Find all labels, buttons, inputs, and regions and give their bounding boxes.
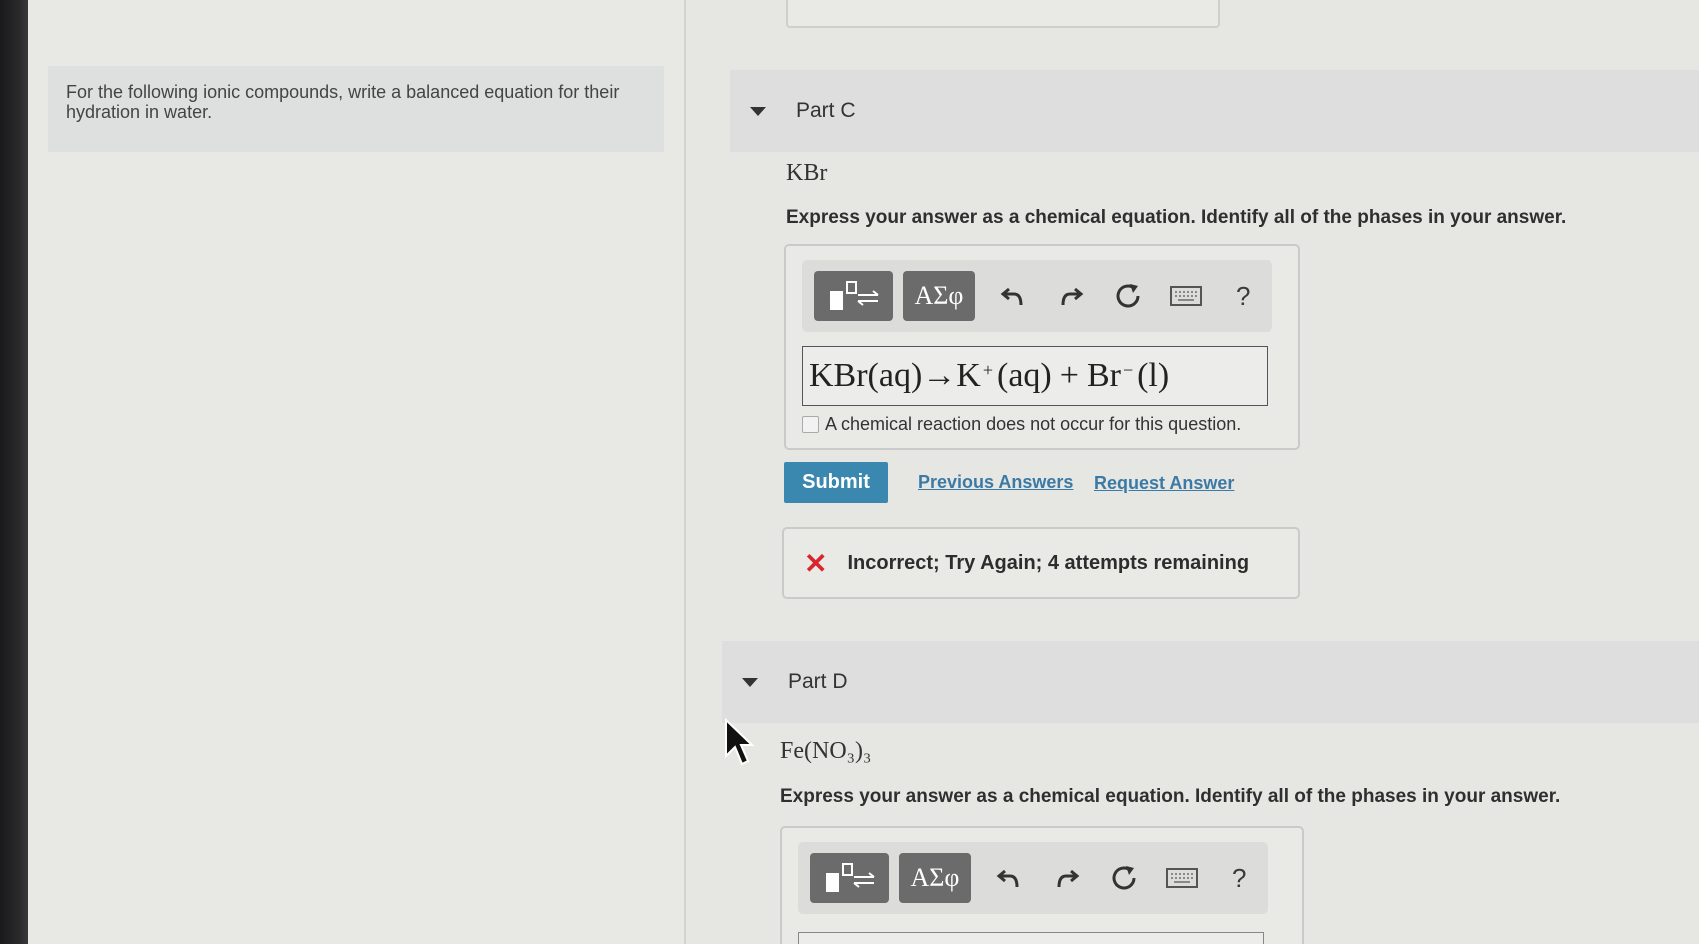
screen-bezel (0, 0, 28, 944)
part-c-formula: KBr (786, 160, 828, 186)
templates-button[interactable] (810, 853, 890, 903)
redo-button[interactable] (1038, 853, 1095, 903)
undo-button[interactable] (981, 853, 1038, 903)
equation-input[interactable] (798, 932, 1264, 944)
reset-button[interactable] (1100, 271, 1157, 321)
keyboard-icon (1165, 868, 1198, 888)
math-toolbar: ΑΣφ ? (798, 842, 1268, 914)
feedback-message: Incorrect; Try Again; 4 attempts remaini… (847, 551, 1250, 574)
eq-reactant: KBr(aq) (809, 357, 923, 394)
undo-button[interactable] (985, 271, 1042, 321)
help-button[interactable]: ? (1215, 271, 1272, 321)
part-d-instruction: Express your answer as a chemical equati… (780, 786, 1561, 807)
previous-part-box (786, 0, 1220, 28)
redo-button[interactable] (1042, 271, 1099, 321)
part-d-formula: Fe(NO₃)₃ (780, 738, 872, 764)
reset-button[interactable] (1096, 853, 1153, 903)
problem-intro: For the following ionic compounds, write… (48, 66, 664, 152)
redo-icon (1061, 287, 1084, 306)
reset-icon (1116, 284, 1140, 308)
eq-cation-phase: (aq) (997, 357, 1052, 394)
submit-button[interactable]: Submit (784, 462, 888, 503)
keyboard-button[interactable] (1153, 853, 1210, 903)
undo-icon (1001, 287, 1023, 306)
part-c-header[interactable]: Part C (730, 70, 1699, 152)
no-reaction-option[interactable]: A chemical reaction does not occur for t… (802, 414, 1241, 435)
intro-text: For the following ionic compounds, write… (66, 82, 620, 122)
eq-anion-charge: − (1122, 359, 1134, 380)
previous-answers-link[interactable]: Previous Answers (918, 472, 1073, 493)
keyboard-button[interactable] (1157, 271, 1214, 321)
greek-symbols-button[interactable]: ΑΣφ (899, 853, 971, 903)
eq-arrow: → (922, 357, 957, 394)
part-d-label: Part D (788, 670, 848, 693)
eq-anion: Br (1086, 357, 1121, 394)
collapse-triangle-icon[interactable] (742, 677, 758, 687)
part-d-answer-box: ΑΣφ ? (780, 826, 1304, 944)
incorrect-x-icon: ✕ (804, 547, 828, 579)
mouse-cursor-icon (724, 717, 755, 773)
no-reaction-checkbox[interactable] (802, 416, 819, 433)
reset-icon (1112, 866, 1136, 890)
panel-divider (684, 0, 686, 944)
eq-plus: + (1059, 357, 1079, 394)
equation-input[interactable]: KBr(aq) → K + (aq) + Br − (l) (802, 346, 1268, 406)
eq-cation-charge: + (982, 359, 994, 380)
feedback-box: ✕ Incorrect; Try Again; 4 attempts remai… (782, 527, 1300, 599)
keyboard-icon (1169, 286, 1202, 306)
templates-icon (825, 863, 875, 892)
part-c-label: Part C (796, 99, 856, 122)
templates-button[interactable] (814, 271, 894, 321)
templates-icon (829, 281, 879, 310)
greek-symbols-button[interactable]: ΑΣφ (903, 271, 975, 321)
collapse-triangle-icon[interactable] (750, 106, 766, 116)
eq-anion-phase: (l) (1137, 357, 1170, 394)
no-reaction-label: A chemical reaction does not occur for t… (825, 414, 1242, 434)
request-answer-link[interactable]: Request Answer (1094, 473, 1234, 494)
part-c-answer-box: ΑΣφ ? KBr(aq) → K + (aq) + Br − (l) A ch… (784, 244, 1300, 450)
eq-cation: K (956, 357, 981, 394)
undo-icon (997, 869, 1019, 888)
part-c-instruction: Express your answer as a chemical equati… (786, 207, 1567, 228)
redo-icon (1057, 869, 1080, 888)
help-button[interactable]: ? (1211, 853, 1268, 903)
math-toolbar: ΑΣφ ? (802, 260, 1272, 332)
part-d-header[interactable]: Part D (722, 641, 1699, 723)
